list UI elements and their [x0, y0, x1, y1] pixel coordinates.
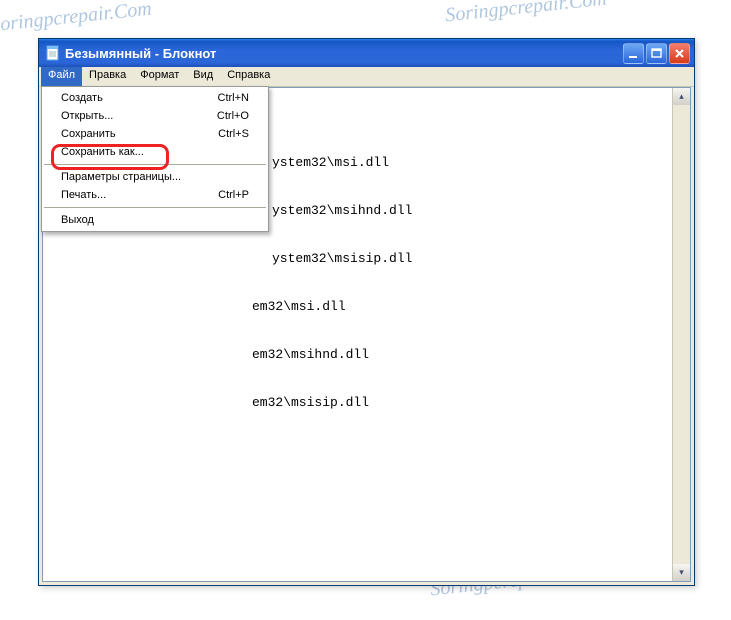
text-line: em32\msi.dll	[252, 299, 670, 315]
menuitem-exit[interactable]: Выход	[43, 211, 267, 229]
titlebar[interactable]: Безымянный - Блокнот	[39, 39, 694, 67]
menu-file[interactable]: Файл	[41, 67, 82, 86]
text-line: ystem32\msi.dll	[272, 155, 670, 171]
menu-view[interactable]: Вид	[186, 67, 220, 86]
notepad-window: Безымянный - Блокнот Файл Правка Формат …	[38, 38, 695, 586]
menuitem-save-as[interactable]: Сохранить как...	[43, 143, 267, 161]
minimize-icon	[628, 48, 639, 59]
window-title: Безымянный - Блокнот	[65, 46, 216, 61]
menuitem-label: Сохранить	[61, 128, 116, 140]
menuitem-label: Печать...	[61, 189, 106, 201]
menuitem-save[interactable]: Сохранить Ctrl+S	[43, 125, 267, 143]
scroll-up-button[interactable]: ▴	[673, 88, 690, 105]
chevron-down-icon: ▾	[679, 567, 684, 578]
menuitem-new[interactable]: Создать Ctrl+N	[43, 89, 267, 107]
menuitem-label: Создать	[61, 92, 103, 104]
menuitem-label: Выход	[61, 214, 94, 226]
menuitem-shortcut: Ctrl+O	[217, 110, 249, 122]
menuitem-shortcut: Ctrl+N	[218, 92, 249, 104]
menu-format[interactable]: Формат	[133, 67, 186, 86]
maximize-icon	[651, 48, 662, 59]
menuitem-print[interactable]: Печать... Ctrl+P	[43, 186, 267, 204]
scroll-down-button[interactable]: ▾	[673, 564, 690, 581]
text-line: em32\msisip.dll	[252, 395, 670, 411]
menuitem-shortcut: Ctrl+P	[218, 189, 249, 201]
close-button[interactable]	[669, 43, 690, 64]
minimize-button[interactable]	[623, 43, 644, 64]
close-icon	[674, 48, 685, 59]
menuitem-page-setup[interactable]: Параметры страницы...	[43, 168, 267, 186]
file-dropdown-menu: Создать Ctrl+N Открыть... Ctrl+O Сохрани…	[41, 86, 269, 232]
watermark-text: Soringpcrepair.Com	[0, 0, 153, 37]
maximize-button[interactable]	[646, 43, 667, 64]
menuitem-label: Сохранить как...	[61, 146, 144, 158]
menu-help[interactable]: Справка	[220, 67, 277, 86]
menuitem-label: Параметры страницы...	[61, 171, 181, 183]
menuitem-label: Открыть...	[61, 110, 113, 122]
menuitem-shortcut: Ctrl+S	[218, 128, 249, 140]
text-line: ystem32\msihnd.dll	[272, 203, 670, 219]
menu-bar: Файл Правка Формат Вид Справка	[39, 67, 694, 87]
menu-separator	[44, 164, 266, 165]
text-line: ystem32\msisip.dll	[272, 251, 670, 267]
notepad-icon	[45, 45, 61, 61]
watermark-text: Soringpcrepair.Com	[444, 0, 608, 27]
text-line: em32\msihnd.dll	[252, 347, 670, 363]
menu-edit[interactable]: Правка	[82, 67, 133, 86]
menu-separator	[44, 207, 266, 208]
menuitem-open[interactable]: Открыть... Ctrl+O	[43, 107, 267, 125]
chevron-up-icon: ▴	[679, 91, 684, 102]
vertical-scrollbar[interactable]: ▴ ▾	[672, 88, 690, 581]
